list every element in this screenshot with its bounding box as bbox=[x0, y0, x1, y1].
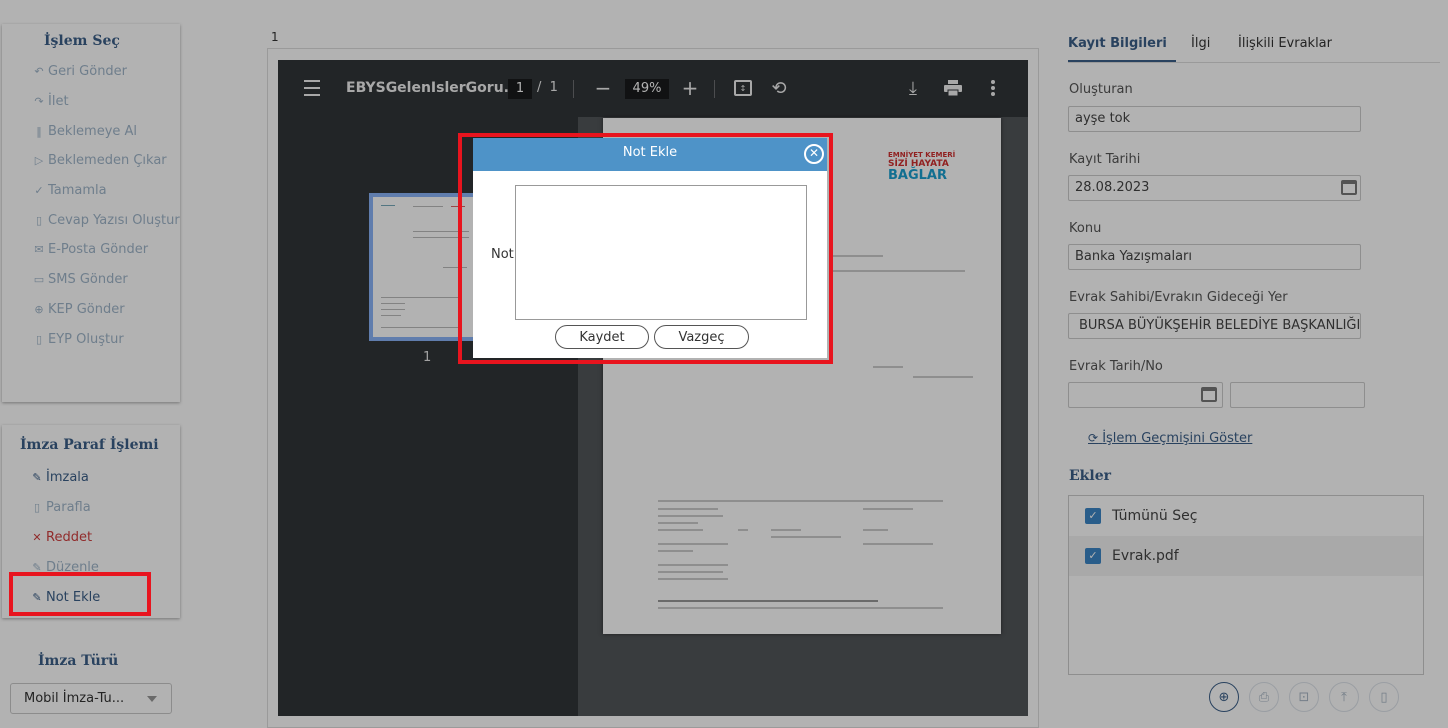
not-ekle-dialog: Not Ekle ✕ Not Kaydet Vazgeç bbox=[473, 138, 827, 358]
close-icon[interactable]: ✕ bbox=[804, 144, 824, 164]
dialog-title: Not Ekle bbox=[473, 138, 827, 171]
modal-overlay bbox=[0, 0, 1448, 728]
vazgec-button[interactable]: Vazgeç bbox=[654, 325, 749, 349]
not-label: Not bbox=[491, 247, 514, 262]
not-textarea[interactable] bbox=[515, 185, 807, 320]
highlight-not-ekle bbox=[9, 572, 151, 616]
kaydet-button[interactable]: Kaydet bbox=[555, 325, 649, 349]
